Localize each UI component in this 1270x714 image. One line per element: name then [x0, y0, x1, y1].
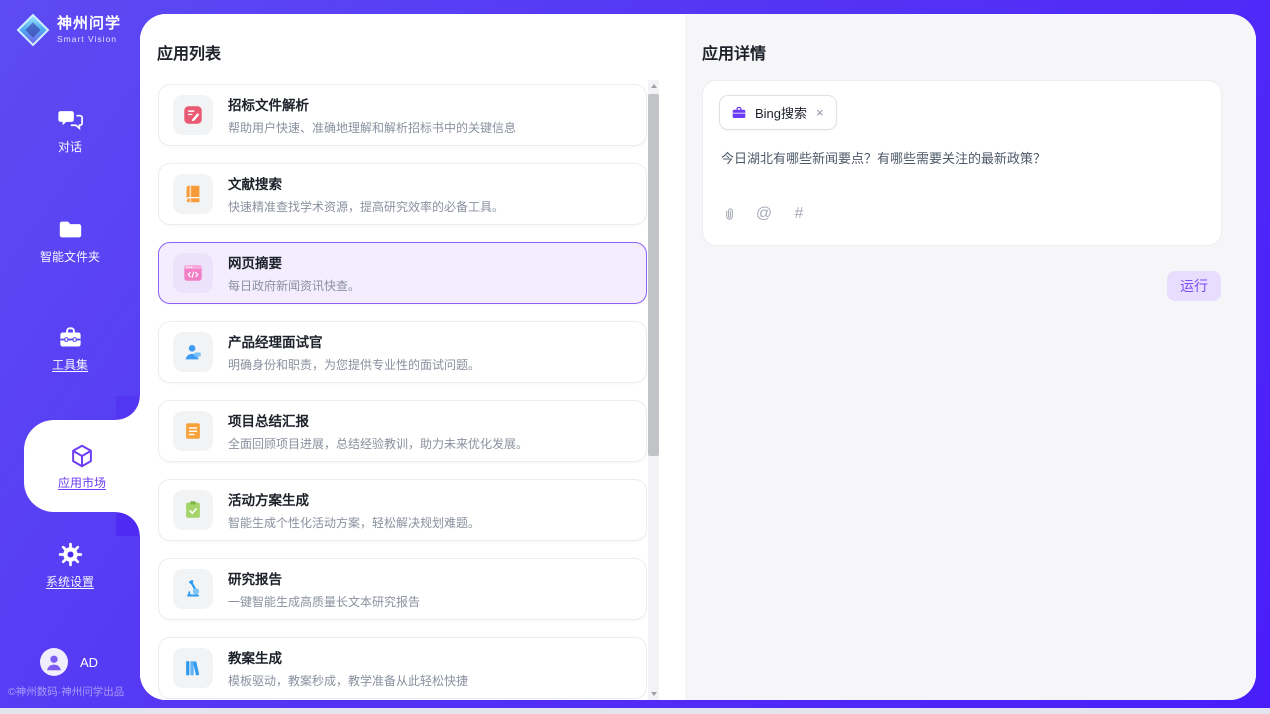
scroll-up-arrow-icon[interactable] — [648, 80, 659, 92]
sidebar-item-settings[interactable]: 系统设置 — [0, 540, 140, 610]
app-name: 项目总结汇报 — [228, 410, 528, 430]
sidebar-item-label: 应用市场 — [58, 474, 106, 491]
brand-text: 神州问学 Smart Vision — [57, 16, 121, 44]
sidebar-item-label: 系统设置 — [46, 573, 94, 590]
webpage-icon — [173, 253, 213, 293]
scroll-down-arrow-icon[interactable] — [648, 688, 659, 700]
books-icon — [173, 648, 213, 688]
brand-subtitle: Smart Vision — [57, 35, 121, 44]
cube-icon — [68, 442, 96, 470]
app-list-title: 应用列表 — [157, 40, 221, 64]
app-card-texts: 文献搜索快速精准查找学术资源，提高研究效率的必备工具。 — [228, 173, 504, 215]
sidebar-item-label: 对话 — [58, 138, 82, 155]
interviewer-icon — [173, 332, 213, 372]
clipboard-icon — [173, 490, 213, 530]
sidebar-item-smart-folder[interactable]: 智能文件夹 — [0, 215, 140, 285]
app-card-texts: 招标文件解析帮助用户快速、准确地理解和解析招标书中的关键信息 — [228, 94, 516, 136]
app-description: 帮助用户快速、准确地理解和解析招标书中的关键信息 — [228, 119, 516, 136]
copyright-footer: ©神州数码·神州问学出品 — [8, 684, 124, 699]
app-name: 研究报告 — [228, 568, 420, 588]
app-description: 模板驱动，教案秒成，教学准备从此轻松快捷 — [228, 672, 468, 689]
sidebar: 神州问学 Smart Vision 对话 智能文件夹 工具集 应用市场 — [0, 0, 140, 714]
book-icon — [173, 174, 213, 214]
app-description: 明确身份和职责，为您提供专业性的面试问题。 — [228, 356, 480, 373]
brand-name: 神州问学 — [57, 16, 121, 33]
chip-close-icon[interactable]: × — [815, 106, 825, 119]
microscope-icon — [173, 569, 213, 609]
app-name: 活动方案生成 — [228, 489, 480, 509]
app-detail-title: 应用详情 — [702, 40, 766, 64]
chat-icon — [56, 105, 84, 133]
app-card-texts: 活动方案生成智能生成个性化活动方案，轻松解决规划难题。 — [228, 489, 480, 531]
app-card-1[interactable]: 招标文件解析帮助用户快速、准确地理解和解析招标书中的关键信息 — [158, 84, 647, 146]
scrollbar-thumb[interactable] — [648, 94, 659, 456]
toolbox-icon — [56, 323, 84, 351]
app-root: 神州问学 Smart Vision 对话 智能文件夹 工具集 应用市场 — [0, 0, 1270, 714]
gear-icon — [56, 540, 84, 568]
bottom-strip — [0, 708, 1270, 714]
query-card: Bing搜索 × 今日湖北有哪些新闻要点？有哪些需要关注的最新政策？ @ # — [702, 80, 1222, 246]
app-description: 一键智能生成高质量长文本研究报告 — [228, 593, 420, 610]
app-card-3[interactable]: 网页摘要每日政府新闻资讯快查。 — [158, 242, 647, 304]
query-text[interactable]: 今日湖北有哪些新闻要点？有哪些需要关注的最新政策？ — [721, 149, 1205, 169]
sidebar-item-toolset[interactable]: 工具集 — [0, 323, 140, 393]
brand-logo-diamond-icon — [16, 13, 50, 47]
scrollbar[interactable] — [648, 80, 659, 700]
main-content: 应用列表 招标文件解析帮助用户快速、准确地理解和解析招标书中的关键信息 文献搜索… — [140, 14, 1256, 700]
app-description: 全面回顾项目进展，总结经验教训，助力未来优化发展。 — [228, 435, 528, 452]
memo-icon — [173, 411, 213, 451]
app-name: 网页摘要 — [228, 252, 360, 272]
app-card-5[interactable]: 项目总结汇报全面回顾项目进展，总结经验教训，助力未来优化发展。 — [158, 400, 647, 462]
folder-icon — [56, 215, 84, 243]
app-card-stack: 招标文件解析帮助用户快速、准确地理解和解析招标书中的关键信息 文献搜索快速精准查… — [158, 84, 647, 700]
app-card-4[interactable]: 产品经理面试官明确身份和职责，为您提供专业性的面试问题。 — [158, 321, 647, 383]
user-name: AD — [80, 655, 98, 670]
app-card-texts: 项目总结汇报全面回顾项目进展，总结经验教训，助力未来优化发展。 — [228, 410, 528, 452]
user-account[interactable]: AD — [40, 648, 98, 676]
app-description: 快速精准查找学术资源，提高研究效率的必备工具。 — [228, 198, 504, 215]
app-name: 教案生成 — [228, 647, 468, 667]
hash-icon[interactable]: # — [790, 205, 808, 223]
app-card-texts: 教案生成模板驱动，教案秒成，教学准备从此轻松快捷 — [228, 647, 468, 689]
paperclip-icon[interactable] — [720, 205, 738, 223]
app-card-8[interactable]: 教案生成模板驱动，教案秒成，教学准备从此轻松快捷 — [158, 637, 647, 699]
composer-toolbar: @ # — [720, 205, 808, 223]
brand: 神州问学 Smart Vision — [16, 13, 121, 47]
briefcase-icon — [731, 105, 747, 121]
app-name: 招标文件解析 — [228, 94, 516, 114]
app-card-texts: 网页摘要每日政府新闻资讯快查。 — [228, 252, 360, 294]
sidebar-item-label: 工具集 — [52, 356, 88, 373]
avatar — [40, 648, 68, 676]
app-list-panel: 应用列表 招标文件解析帮助用户快速、准确地理解和解析招标书中的关键信息 文献搜索… — [140, 14, 685, 700]
bid-doc-icon — [173, 95, 213, 135]
app-card-7[interactable]: 研究报告一键智能生成高质量长文本研究报告 — [158, 558, 647, 620]
sidebar-item-chat[interactable]: 对话 — [0, 105, 140, 175]
app-description: 每日政府新闻资讯快查。 — [228, 277, 360, 294]
sidebar-item-label: 智能文件夹 — [40, 248, 100, 265]
app-card-2[interactable]: 文献搜索快速精准查找学术资源，提高研究效率的必备工具。 — [158, 163, 647, 225]
app-card-texts: 产品经理面试官明确身份和职责，为您提供专业性的面试问题。 — [228, 331, 480, 373]
app-detail-panel: 应用详情 Bing搜索 × 今日湖北有哪些新闻要点？有哪些需要关注的最新政策？ — [685, 14, 1256, 700]
sidebar-item-app-market[interactable]: 应用市场 — [24, 420, 140, 512]
app-card-texts: 研究报告一键智能生成高质量长文本研究报告 — [228, 568, 420, 610]
at-sign-icon[interactable]: @ — [755, 205, 773, 223]
run-button[interactable]: 运行 — [1167, 271, 1221, 301]
app-name: 产品经理面试官 — [228, 331, 480, 351]
app-name: 文献搜索 — [228, 173, 504, 193]
tool-chip-bing-search[interactable]: Bing搜索 × — [719, 95, 837, 130]
app-description: 智能生成个性化活动方案，轻松解决规划难题。 — [228, 514, 480, 531]
app-card-6[interactable]: 活动方案生成智能生成个性化活动方案，轻松解决规划难题。 — [158, 479, 647, 541]
tool-chip-label: Bing搜索 — [755, 103, 807, 122]
